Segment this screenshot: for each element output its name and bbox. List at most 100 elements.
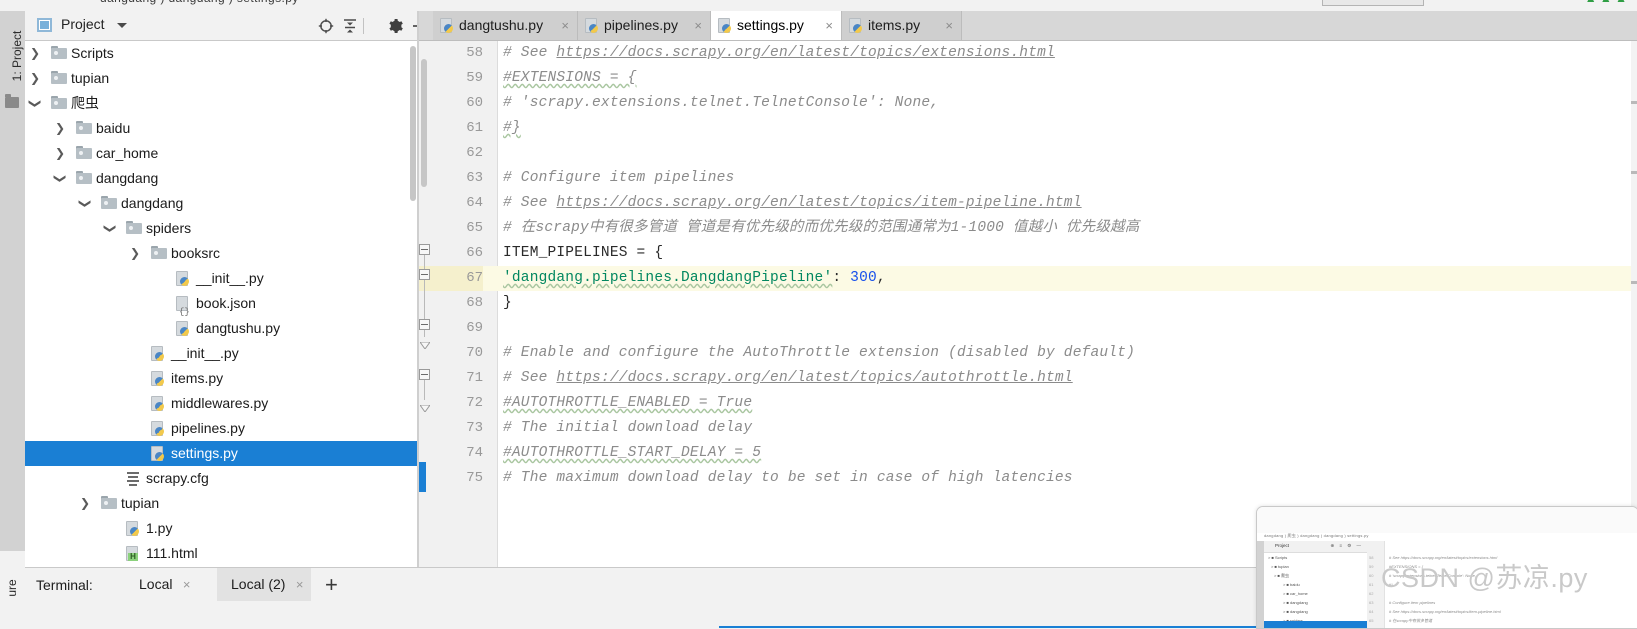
code-token: } xyxy=(503,295,512,311)
code-line[interactable]: 67 'dangdang.pipelines.DangdangPipeline'… xyxy=(419,266,1637,291)
line-number: 73 xyxy=(466,420,483,436)
fold-marker-65[interactable] xyxy=(419,244,430,255)
tree-item[interactable]: ❯ tupian xyxy=(25,491,418,516)
close-icon[interactable]: × xyxy=(561,11,569,40)
gear-icon[interactable] xyxy=(386,17,404,35)
project-panel-title: Project xyxy=(61,16,105,32)
code-token: # See xyxy=(503,370,557,386)
code-text: # See https://docs.scrapy.org/en/latest/… xyxy=(503,191,1082,216)
chevron-down-icon[interactable]: ❯ xyxy=(104,216,118,241)
tree-item[interactable]: book.json xyxy=(25,291,418,316)
tree-item[interactable]: pipelines.py xyxy=(25,416,418,441)
chevron-right-icon[interactable]: ❯ xyxy=(29,66,41,91)
tree-item-label: dangtushu.py xyxy=(196,320,281,336)
code-line[interactable]: 61 #} xyxy=(419,116,1637,141)
chevron-down-icon[interactable]: ❯ xyxy=(54,166,68,191)
code-line[interactable]: 68} xyxy=(419,291,1637,316)
tree-item[interactable]: scrapy.cfg xyxy=(25,466,418,491)
add-terminal-button[interactable]: + xyxy=(325,572,338,597)
fold-marker-68[interactable] xyxy=(419,319,430,330)
chevron-right-icon[interactable]: ❯ xyxy=(29,41,41,66)
code-line[interactable]: 71 # See https://docs.scrapy.org/en/lates… xyxy=(419,366,1637,391)
search-box[interactable] xyxy=(1322,0,1424,6)
tree-item[interactable]: __init__.py xyxy=(25,341,418,366)
project-tree[interactable]: ❯ Scripts ❯ tupian ❯ 爬虫 ❯ baidu ❯ car_home ❯ dangda… xyxy=(25,41,418,567)
tree-item[interactable]: 111.html xyxy=(25,541,418,566)
editor-tab-items-py[interactable]: items.py × xyxy=(842,11,962,40)
code-lines[interactable]: 58 # See https://docs.scrapy.org/en/lates… xyxy=(419,41,1637,567)
code-line[interactable]: 58 # See https://docs.scrapy.org/en/lates… xyxy=(419,41,1637,66)
chevron-down-icon[interactable]: ❯ xyxy=(29,91,43,116)
tree-item[interactable]: settings.py xyxy=(25,441,418,466)
code-token: : xyxy=(832,270,851,286)
tree-item[interactable]: 1.py xyxy=(25,516,418,541)
tree-item[interactable]: ❯ booksrc xyxy=(25,241,418,266)
code-area[interactable]: 58 # See https://docs.scrapy.org/en/lates… xyxy=(419,41,1637,567)
sidebar-item-project[interactable]: 1: Project xyxy=(10,10,24,102)
terminal-tab-local-2[interactable]: Local (2) × xyxy=(217,568,312,601)
close-icon[interactable]: × xyxy=(945,11,953,40)
editor-tab-dangtushu-py[interactable]: dangtushu.py × xyxy=(433,11,578,40)
close-icon[interactable]: × xyxy=(694,11,702,40)
tree-item[interactable]: items.py xyxy=(25,366,418,391)
thumbnail-line-number: 58 xyxy=(1369,555,1374,560)
code-line[interactable]: 73 # The initial download delay xyxy=(419,416,1637,441)
tree-item[interactable]: ❯ baidu xyxy=(25,116,418,141)
editor-marker-bar[interactable] xyxy=(1631,41,1637,567)
chevron-right-icon[interactable]: ❯ xyxy=(54,141,66,166)
code-line[interactable]: 69 xyxy=(419,316,1637,341)
code-line[interactable]: 59 #EXTENSIONS = { xyxy=(419,66,1637,91)
fold-marker-66[interactable] xyxy=(419,269,430,280)
thumbnail-line-number: 62 xyxy=(1369,591,1374,596)
tree-item[interactable]: __init__.py xyxy=(25,266,418,291)
tree-item[interactable]: ❯ tupian xyxy=(25,66,418,91)
code-line[interactable]: 62 xyxy=(419,141,1637,166)
editor-tab-settings-py[interactable]: settings.py × xyxy=(711,11,842,40)
editor-tab-pipelines-py[interactable]: pipelines.py × xyxy=(578,11,711,40)
tree-item-label: baidu xyxy=(96,120,131,136)
tree-item[interactable]: ❯ dangdang xyxy=(25,191,418,216)
python-file-icon xyxy=(585,18,599,34)
editor-scrollbar[interactable] xyxy=(421,59,427,187)
terminal-label: Terminal: xyxy=(36,577,93,593)
tree-item[interactable]: middlewares.py xyxy=(25,391,418,416)
code-line[interactable]: 60 # 'scrapy.extensions.telnet.TelnetCons… xyxy=(419,91,1637,116)
code-line[interactable]: 70 # Enable and configure the AutoThrottl… xyxy=(419,341,1637,366)
tree-item[interactable]: ❯ 爬虫 xyxy=(25,91,418,116)
locate-icon[interactable] xyxy=(317,17,335,35)
tree-item[interactable]: ❯ car_home xyxy=(25,141,418,166)
tree-item[interactable]: ❯ spiders xyxy=(25,216,418,241)
code-token: #EXTENSIONS = { xyxy=(503,70,637,86)
close-icon[interactable]: × xyxy=(183,568,191,601)
terminal-tab-local[interactable]: Local × xyxy=(125,568,198,601)
code-line[interactable]: 66 ITEM_PIPELINES = { xyxy=(419,241,1637,266)
chevron-down-icon[interactable]: ❯ xyxy=(79,191,93,216)
tree-item-label: 111.html xyxy=(146,545,198,561)
fold-marker-70[interactable] xyxy=(419,369,430,380)
tree-item[interactable]: ❯ Scripts xyxy=(25,41,418,66)
close-icon[interactable]: × xyxy=(296,568,304,601)
chevron-right-icon[interactable]: ❯ xyxy=(54,116,66,141)
fold-line-2 xyxy=(424,380,425,400)
chevron-right-icon[interactable]: ❯ xyxy=(79,491,91,516)
thumbnail-project-title: Project xyxy=(1275,543,1290,548)
tree-item-label: settings.py xyxy=(171,445,238,461)
chevron-down-icon[interactable] xyxy=(117,23,127,28)
code-line[interactable]: 64 # See https://docs.scrapy.org/en/lates… xyxy=(419,191,1637,216)
code-line[interactable]: 72 #AUTOTHROTTLE_ENABLED = True xyxy=(419,391,1637,416)
sidebar-item-structure[interactable]: ure xyxy=(5,563,19,613)
line-number: 61 xyxy=(466,120,483,136)
code-line[interactable]: 63 # Configure item pipelines xyxy=(419,166,1637,191)
thumbnail-line-number: 64 xyxy=(1369,609,1374,614)
code-line[interactable]: 75 # The maximum download delay to be set… xyxy=(419,466,1637,491)
close-icon[interactable]: × xyxy=(825,11,833,40)
project-tree-scrollbar[interactable] xyxy=(410,46,416,201)
chevron-right-icon[interactable]: ❯ xyxy=(129,241,141,266)
tree-item[interactable]: ❯ dangdang xyxy=(25,166,418,191)
code-line[interactable]: 65 # 在scrapy中有很多管道 管道是有优先级的而优先级的范围通常为1-10… xyxy=(419,216,1637,241)
code-line[interactable]: 74 #AUTOTHROTTLE_START_DELAY = 5 xyxy=(419,441,1637,466)
line-number: 62 xyxy=(466,145,483,161)
thumbnail-titlebar xyxy=(1257,507,1637,533)
tree-item[interactable]: dangtushu.py xyxy=(25,316,418,341)
collapse-all-icon[interactable] xyxy=(341,17,359,35)
